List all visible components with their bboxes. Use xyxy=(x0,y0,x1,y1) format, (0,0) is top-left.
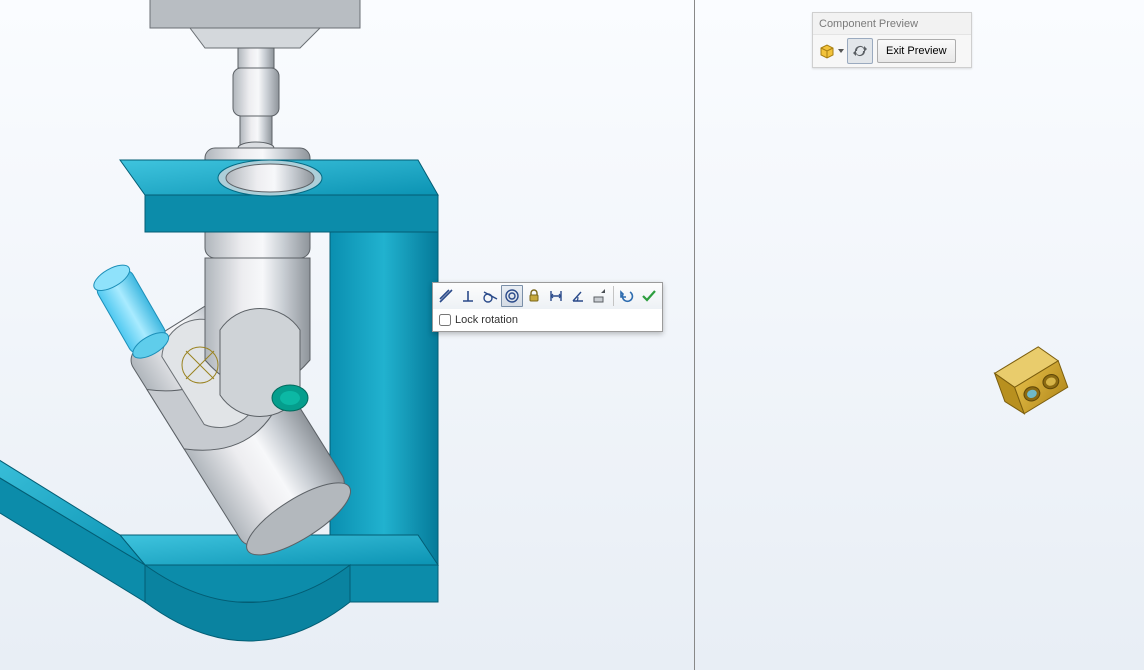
sync-icon xyxy=(852,43,868,59)
sync-views-button[interactable] xyxy=(847,38,873,64)
lock-mate-icon xyxy=(525,287,543,305)
undo-mate-button[interactable] xyxy=(616,285,638,307)
angle-mate-button[interactable] xyxy=(567,285,589,307)
component-box-icon xyxy=(818,42,836,60)
tangent-mate-icon xyxy=(481,287,499,305)
concentric-mate-icon xyxy=(503,287,521,305)
panel-toolbar: Exit Preview xyxy=(813,35,971,67)
ok-icon xyxy=(640,287,658,305)
lock-rotation-checkbox[interactable] xyxy=(439,314,451,326)
perpendicular-mate-button[interactable] xyxy=(457,285,479,307)
assembly-3d-model xyxy=(0,0,490,670)
preview-component-3d xyxy=(984,340,1074,420)
distance-mate-icon xyxy=(547,287,565,305)
perpendicular-mate-icon xyxy=(459,287,477,305)
preview-viewport[interactable] xyxy=(695,0,1144,670)
mate-context-toolbar: Lock rotation xyxy=(432,282,663,332)
main-viewport[interactable] xyxy=(0,0,694,670)
flip-mate-alignment-button[interactable] xyxy=(589,285,611,307)
coincident-mate-icon xyxy=(437,287,455,305)
flip-mate-alignment-icon xyxy=(591,287,609,305)
undo-icon xyxy=(618,287,636,305)
tangent-mate-button[interactable] xyxy=(479,285,501,307)
lock-rotation-row: Lock rotation xyxy=(433,309,662,331)
mate-toolbar-row xyxy=(433,283,662,309)
lock-rotation-label: Lock rotation xyxy=(455,314,518,326)
component-preview-panel: Component Preview Exit Preview xyxy=(812,12,972,68)
component-box-dropdown[interactable] xyxy=(817,38,845,64)
toolbar-separator xyxy=(613,286,614,306)
angle-mate-icon xyxy=(569,287,587,305)
distance-mate-button[interactable] xyxy=(545,285,567,307)
panel-title: Component Preview xyxy=(813,13,971,35)
lock-mate-button[interactable] xyxy=(523,285,545,307)
ok-mate-button[interactable] xyxy=(638,285,660,307)
coincident-mate-button[interactable] xyxy=(435,285,457,307)
caret-down-icon xyxy=(838,49,844,53)
exit-preview-button[interactable]: Exit Preview xyxy=(877,39,956,63)
concentric-mate-button[interactable] xyxy=(501,285,523,307)
